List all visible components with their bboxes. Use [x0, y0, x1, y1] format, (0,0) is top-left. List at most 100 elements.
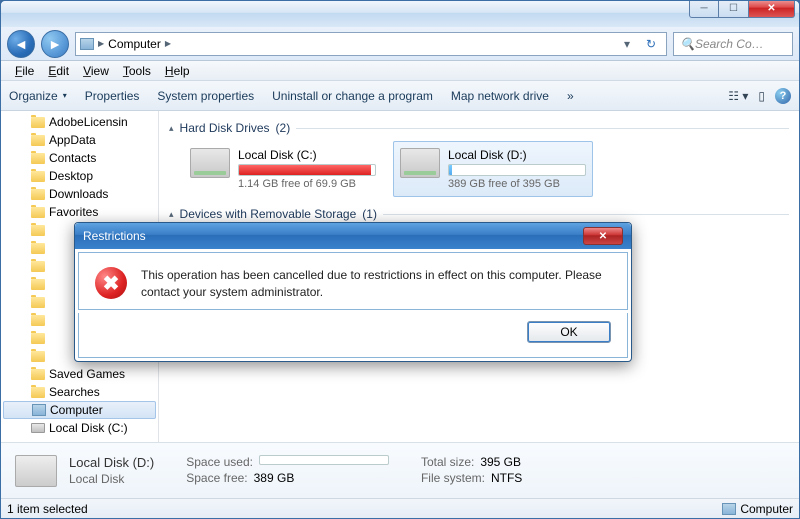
filesystem-value: NTFS [491, 471, 522, 485]
tree-item[interactable]: Local Disk (C:) [1, 419, 158, 437]
folder-icon [31, 243, 45, 254]
group-header-hdd[interactable]: ▴ Hard Disk Drives (2) [169, 121, 789, 135]
folder-icon [31, 225, 45, 236]
error-icon: ✖ [95, 267, 127, 299]
disk-icon [15, 455, 57, 487]
group-title: Hard Disk Drives [180, 121, 270, 135]
drive-label: Local Disk (C:) [238, 148, 376, 162]
address-history-dropdown[interactable]: ▾ [618, 37, 636, 51]
total-size-value: 395 GB [480, 455, 521, 469]
folder-icon [31, 135, 45, 146]
drive-item[interactable]: Local Disk (D:) 389 GB free of 395 GB [393, 141, 593, 197]
folder-icon [31, 171, 45, 182]
folder-icon [31, 153, 45, 164]
space-used-bar [259, 455, 389, 465]
filesystem-label: File system: [421, 471, 485, 485]
tree-item[interactable]: Downloads [1, 185, 158, 203]
address-bar[interactable]: ▶ Computer ▶ ▾ ↻ [75, 32, 667, 56]
folder-icon [31, 189, 45, 200]
group-count: (1) [362, 207, 377, 221]
help-icon[interactable]: ? [775, 88, 791, 104]
folder-icon [31, 207, 45, 218]
tree-item-label: Downloads [49, 187, 108, 201]
close-button[interactable]: ✕ [749, 0, 795, 18]
titlebar[interactable]: ─ ☐ ✕ [1, 1, 799, 27]
status-text: 1 item selected [7, 502, 88, 516]
computer-icon [32, 404, 46, 416]
restrictions-dialog: Restrictions ✕ ✖ This operation has been… [74, 222, 632, 362]
dialog-titlebar[interactable]: Restrictions ✕ [75, 223, 631, 249]
view-options-button[interactable]: ☷ ▾ [728, 89, 748, 103]
tree-item[interactable]: Contacts [1, 149, 158, 167]
tree-item[interactable]: AppData [1, 131, 158, 149]
details-title: Local Disk (D:) [69, 455, 154, 470]
tree-item-label: Saved Games [49, 367, 125, 381]
minimize-button[interactable]: ─ [689, 0, 719, 18]
drive-usage-bar [448, 164, 586, 176]
menu-tools[interactable]: Tools [117, 62, 157, 80]
system-properties-button[interactable]: System properties [157, 89, 254, 103]
chevron-right-icon[interactable]: ▶ [98, 39, 104, 48]
maximize-button[interactable]: ☐ [719, 0, 749, 18]
menu-edit[interactable]: Edit [42, 62, 75, 80]
ok-button[interactable]: OK [527, 321, 611, 343]
details-subtitle: Local Disk [69, 472, 124, 486]
folder-icon [31, 351, 45, 362]
status-location: Computer [740, 502, 793, 516]
tree-item-label: Favorites [49, 205, 98, 219]
nav-toolbar: ◄ ► ▶ Computer ▶ ▾ ↻ 🔍 Search Co… [1, 27, 799, 61]
computer-icon [722, 503, 736, 515]
preview-pane-button[interactable]: ▯ [758, 89, 765, 103]
breadcrumb-computer[interactable]: Computer [108, 37, 161, 51]
chevron-right-icon[interactable]: ▶ [165, 39, 171, 48]
tree-item-label: Desktop [49, 169, 93, 183]
folder-icon [31, 387, 45, 398]
organize-button[interactable]: Organize [9, 89, 67, 103]
more-commands-button[interactable]: » [567, 89, 574, 103]
menu-bar: FFileile Edit View Tools Help [1, 61, 799, 81]
dialog-message: This operation has been cancelled due to… [141, 267, 611, 301]
back-button[interactable]: ◄ [7, 30, 35, 58]
forward-button[interactable]: ► [41, 30, 69, 58]
folder-icon [31, 261, 45, 272]
drive-icon [190, 148, 230, 178]
drive-icon [400, 148, 440, 178]
properties-button[interactable]: Properties [85, 89, 140, 103]
search-icon: 🔍 [680, 37, 695, 51]
menu-file[interactable]: FFileile [9, 62, 40, 80]
tree-item[interactable]: Saved Games [1, 365, 158, 383]
tree-item[interactable]: Favorites [1, 203, 158, 221]
total-size-label: Total size: [421, 455, 474, 469]
details-pane: Local Disk (D:) Local Disk Space used: S… [1, 442, 799, 498]
menu-help[interactable]: Help [159, 62, 196, 80]
drive-label: Local Disk (D:) [448, 148, 586, 162]
tree-item[interactable]: Searches [1, 383, 158, 401]
search-input[interactable]: 🔍 Search Co… [673, 32, 793, 56]
menu-view[interactable]: View [77, 62, 115, 80]
tree-item-label: Local Disk (C:) [49, 421, 128, 435]
tree-item[interactable]: AdobeLicensin [1, 113, 158, 131]
uninstall-button[interactable]: Uninstall or change a program [272, 89, 433, 103]
drive-free-text: 389 GB free of 395 GB [448, 178, 586, 190]
folder-icon [31, 117, 45, 128]
collapse-icon[interactable]: ▴ [169, 209, 174, 220]
space-free-label: Space free: [186, 471, 247, 485]
map-drive-button[interactable]: Map network drive [451, 89, 549, 103]
disk-icon [31, 423, 45, 433]
tree-item-label: Contacts [49, 151, 96, 165]
drive-item[interactable]: Local Disk (C:)1.14 GB free of 69.9 GB [183, 141, 383, 197]
folder-icon [31, 333, 45, 344]
tree-item[interactable]: Computer [3, 401, 156, 419]
group-count: (2) [276, 121, 291, 135]
space-used-label: Space used: [186, 455, 253, 469]
group-header-removable[interactable]: ▴ Devices with Removable Storage (1) [169, 207, 789, 221]
search-placeholder: Search Co… [695, 37, 764, 51]
collapse-icon[interactable]: ▴ [169, 123, 174, 134]
space-free-value: 389 GB [254, 471, 295, 485]
tree-item[interactable]: Desktop [1, 167, 158, 185]
refresh-button[interactable]: ↻ [640, 37, 662, 51]
dialog-close-button[interactable]: ✕ [583, 227, 623, 245]
folder-icon [31, 279, 45, 290]
computer-icon [80, 38, 94, 50]
status-bar: 1 item selected Computer [1, 498, 799, 518]
